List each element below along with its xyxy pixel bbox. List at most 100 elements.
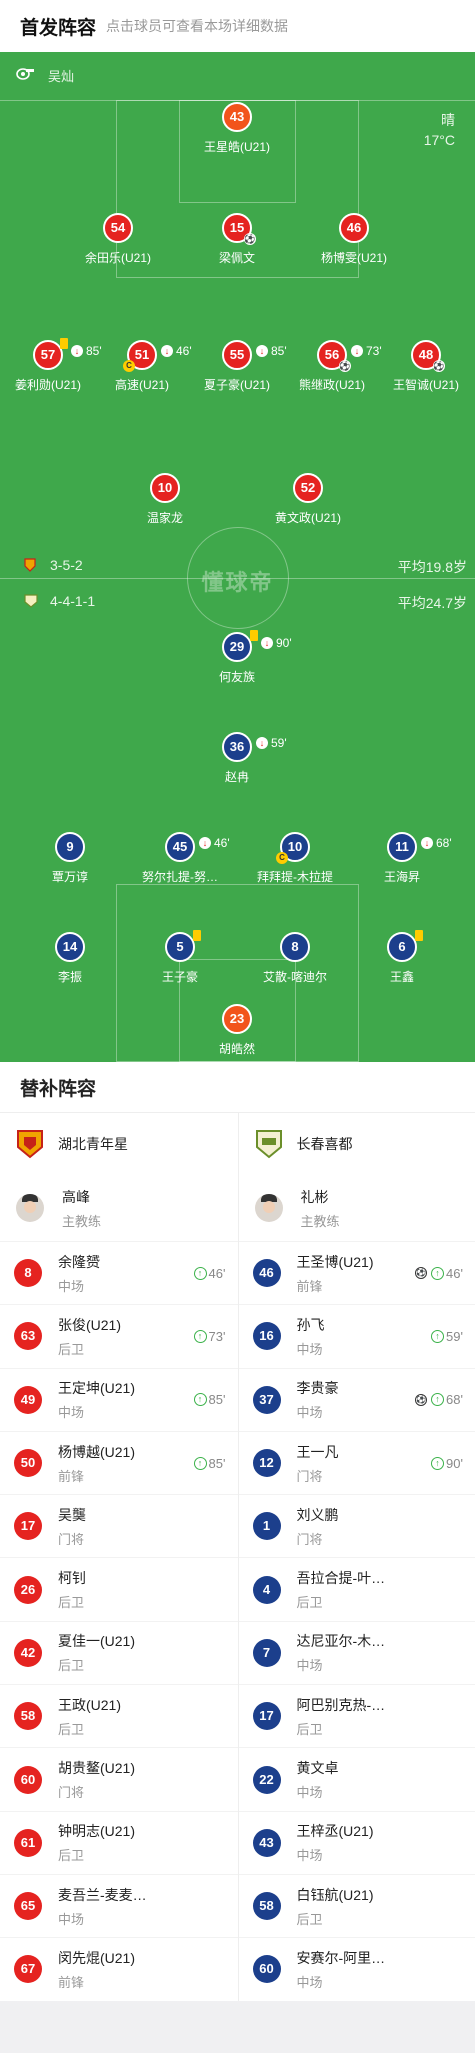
bench-player-row[interactable]: 43 王梓丞(U21) 中场 bbox=[238, 1810, 475, 1874]
away-player[interactable]: 36 ↓ 59' 赵冉 bbox=[172, 732, 302, 785]
player-number-badge: 36 ↓ 59' bbox=[222, 732, 287, 762]
player-info: 柯钊 后卫 bbox=[58, 1568, 226, 1611]
bench-title: 替补阵容 bbox=[0, 1062, 475, 1113]
referee-name: 吴灿 bbox=[48, 69, 75, 84]
bench-player-row[interactable]: 65 麦吾兰-麦麦… 中场 bbox=[0, 1873, 238, 1937]
player-name: 杨博越(U21) bbox=[58, 1443, 136, 1460]
lineup-title: 首发阵容 bbox=[20, 17, 97, 39]
away-team-header[interactable]: 长春喜都 bbox=[239, 1113, 475, 1175]
player-name: 王圣博(U21) bbox=[296, 1253, 374, 1270]
bench-player-row[interactable]: 42 夏佳一(U21) 后卫 bbox=[0, 1620, 238, 1684]
sub-off-icon: ↓ bbox=[199, 837, 211, 849]
away-player[interactable]: 11 ↓ 68' 王海昇 bbox=[337, 832, 467, 885]
player-number-badge: 55 ↓ 85' bbox=[222, 340, 287, 370]
yellow-card-icon bbox=[193, 930, 201, 941]
bench-player-row[interactable]: 26 柯钊 后卫 bbox=[0, 1557, 238, 1620]
player-number-badge: 10 bbox=[150, 473, 180, 503]
away-coach[interactable]: 礼彬 主教练 bbox=[239, 1175, 475, 1241]
player-number-badge: 15 ⚽ bbox=[222, 213, 256, 245]
bench-player-row[interactable]: 4 吾拉合提-叶… 后卫 bbox=[238, 1557, 475, 1620]
bench-player-row[interactable]: 58 白钰航(U21) 后卫 bbox=[238, 1873, 475, 1937]
bench-player-row[interactable]: 16 孙飞 中场 ↑ 59' bbox=[238, 1304, 475, 1367]
away-team-info: 4-4-1-1 平均24.7岁 bbox=[0, 593, 475, 613]
player-name: 刘义鹏 bbox=[296, 1506, 339, 1523]
away-player[interactable]: 23 胡皓然 bbox=[172, 1004, 302, 1057]
player-position: 中场 bbox=[296, 1785, 323, 1801]
bench-player-row[interactable]: 17 阿巴别克热-… 后卫 bbox=[238, 1684, 475, 1747]
bench-player-row[interactable]: 58 王政(U21) 后卫 bbox=[0, 1684, 238, 1747]
captain-icon: C bbox=[123, 360, 135, 372]
home-player[interactable]: 48 ⚽ 王智诚(U21) bbox=[361, 340, 475, 393]
sub-off-icon: ↓ bbox=[261, 637, 273, 649]
player-position: 后卫 bbox=[58, 1341, 85, 1357]
player-number-badge: 10 C bbox=[276, 832, 310, 864]
home-team-header[interactable]: 湖北青年星 bbox=[0, 1113, 238, 1175]
bench-player-row[interactable]: 50 杨博越(U21) 前锋 ↑ 85' bbox=[0, 1430, 238, 1494]
bench-player-row[interactable]: 61 钟明志(U21) 后卫 bbox=[0, 1810, 238, 1874]
player-position: 中场 bbox=[58, 1278, 85, 1294]
home-player[interactable]: 54 余田乐(U21) bbox=[53, 213, 183, 266]
home-player[interactable]: 15 ⚽ 梁佩文 bbox=[172, 213, 302, 266]
bench-player-row[interactable]: 60 安赛尔-阿里… 中场 bbox=[238, 1937, 475, 2000]
player-position: 中场 bbox=[58, 1911, 85, 1927]
yellow-card-icon bbox=[60, 338, 68, 349]
sub-on-marker: ↑ 46' bbox=[193, 1266, 226, 1281]
bench-player-row[interactable]: 63 张俊(U21) 后卫 ↑ 73' bbox=[0, 1304, 238, 1367]
player-position: 中场 bbox=[296, 1405, 323, 1421]
home-team-name: 湖北青年星 bbox=[58, 1136, 128, 1152]
sub-off-icon: ↓ bbox=[256, 737, 268, 749]
bench-player-row[interactable]: 12 王一凡 门将 ↑ 90' bbox=[238, 1430, 475, 1494]
home-player[interactable]: 52 黄文政(U21) bbox=[243, 473, 373, 526]
player-position: 中场 bbox=[296, 1974, 323, 1990]
player-info: 王梓丞(U21) 中场 bbox=[297, 1821, 464, 1864]
player-name: 努尔扎提-努… bbox=[142, 870, 218, 884]
home-coach[interactable]: 高峰 主教练 bbox=[0, 1175, 238, 1241]
player-name: 夏佳一(U21) bbox=[58, 1633, 136, 1650]
home-team-logo-icon bbox=[24, 558, 36, 575]
bench-player-row[interactable]: 1 刘义鹏 门将 bbox=[238, 1494, 475, 1557]
player-position: 后卫 bbox=[58, 1595, 85, 1611]
player-name: 吴龑 bbox=[58, 1506, 86, 1523]
player-number-badge: 57 ↓ 85' bbox=[33, 338, 102, 370]
bench-player-row[interactable]: 22 黄文卓 中场 bbox=[238, 1747, 475, 1810]
bench-player-row[interactable]: 17 吴龑 门将 bbox=[0, 1494, 238, 1557]
away-player[interactable]: 45 ↓ 46' 努尔扎提-努… bbox=[115, 832, 245, 885]
own-goal-ball-icon: ⚽ bbox=[244, 233, 256, 245]
player-number-badge: 67 bbox=[14, 1955, 42, 1984]
player-position: 门将 bbox=[58, 1785, 85, 1801]
away-player[interactable]: 29 ↓ 90' 何友族 bbox=[172, 630, 302, 685]
bench-player-row[interactable]: 8 余隆赟 中场 ↑ 46' bbox=[0, 1241, 238, 1304]
player-number-badge: 65 bbox=[14, 1892, 42, 1921]
goal-ball-icon: ⚽ bbox=[415, 1393, 428, 1406]
player-info: 张俊(U21) 后卫 bbox=[58, 1315, 194, 1358]
player-number-badge: 54 bbox=[103, 213, 133, 243]
coach-avatar bbox=[254, 1194, 283, 1222]
away-player[interactable]: 6 王鑫 bbox=[337, 930, 467, 985]
home-player[interactable]: 46 杨博雯(U21) bbox=[289, 213, 419, 266]
sub-on-icon: ↑ bbox=[431, 1456, 445, 1470]
player-info: 王一凡 门将 bbox=[297, 1442, 432, 1485]
player-number-badge: 22 bbox=[252, 1765, 281, 1794]
yellow-card-icon bbox=[415, 930, 423, 941]
away-bench: 长春喜都 礼彬 主教练 46 王圣博(U21) 前锋 ⚽ ↑ 46' 16 孙飞 中场 ↑ 59' 3… bbox=[237, 1113, 475, 2001]
bench-player-row[interactable]: 46 王圣博(U21) 前锋 ⚽ ↑ 46' bbox=[238, 1241, 475, 1304]
player-number-badge: 56 ⚽ ↓ 73' bbox=[317, 340, 382, 372]
player-number-badge: 45 ↓ 46' bbox=[165, 832, 230, 862]
bottom-spacer bbox=[0, 2000, 475, 2052]
sub-on-marker: ↑ 90' bbox=[431, 1456, 463, 1471]
bench-player-row[interactable]: 60 胡贵鳌(U21) 门将 bbox=[0, 1747, 238, 1810]
player-number-badge: 11 ↓ 68' bbox=[387, 832, 452, 862]
player-name: 阿巴别克热-… bbox=[296, 1696, 386, 1713]
bench-player-row[interactable]: 7 达尼亚尔-木… 中场 bbox=[238, 1620, 475, 1684]
player-info: 孙飞 中场 bbox=[297, 1315, 432, 1358]
home-player[interactable]: 43 王星皓(U21) bbox=[172, 102, 302, 155]
away-team-logo-icon bbox=[24, 594, 38, 611]
bench-player-row[interactable]: 37 李贵豪 中场 ⚽ ↑ 68' bbox=[238, 1367, 475, 1431]
bench-player-row[interactable]: 67 闵先焜(U21) 前锋 bbox=[0, 1937, 238, 2000]
lineup-header: 首发阵容 点击球员可查看本场详细数据 bbox=[0, 0, 475, 52]
bench-columns: 湖北青年星 高峰 主教练 8 余隆赟 中场 ↑ 46' 63 张俊(U21) 后卫 ↑ 73' 49… bbox=[0, 1113, 475, 2001]
home-team-info: 3-5-2 平均19.8岁 bbox=[0, 557, 475, 577]
home-player[interactable]: 10 温家龙 bbox=[100, 473, 230, 526]
away-player[interactable]: 5 王子豪 bbox=[115, 930, 245, 985]
bench-player-row[interactable]: 49 王定坤(U21) 中场 ↑ 85' bbox=[0, 1367, 238, 1431]
